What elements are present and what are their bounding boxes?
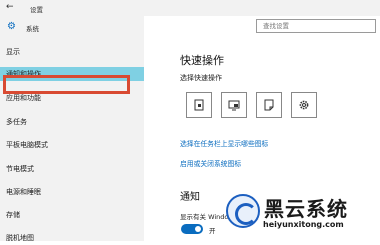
sidebar-item-label: 平板电脑模式 [6, 141, 48, 149]
quick-actions-heading: 快速操作 [180, 54, 224, 67]
watermark-url: heiyunxitong.com [263, 220, 344, 229]
gear-icon: ⚙ [7, 21, 16, 32]
taskbar-icons-link[interactable]: 选择在任务栏上显示哪些图标 [180, 138, 268, 148]
sidebar-item-battery-saver[interactable]: 节电模式 [0, 162, 144, 176]
quick-action-connect[interactable] [221, 92, 247, 118]
sidebar-item-tablet-mode[interactable]: 平板电脑模式 [0, 138, 144, 152]
sidebar-item-label: 电源和睡眠 [6, 188, 41, 196]
sidebar-item-label: 存储 [6, 211, 20, 219]
system-icons-link[interactable]: 启用或关闭系统图标 [180, 158, 241, 168]
connect-display-icon [228, 100, 240, 111]
watermark-logo-icon [226, 194, 260, 228]
gear-icon [299, 100, 309, 110]
back-arrow-icon[interactable]: ← [6, 2, 14, 12]
sidebar-item-display[interactable]: 显示 [0, 45, 144, 59]
window-title: 设置 [30, 6, 43, 14]
title-bar: ← 设置 [0, 0, 380, 16]
quick-action-note[interactable] [256, 92, 282, 118]
sidebar-item-label: 节电模式 [6, 165, 34, 173]
sidebar: ⚙ 系统 显示 通知和操作 应用和功能 多任务 平板电脑模式 节电模式 电源和睡… [0, 16, 144, 242]
sidebar-item-label: 显示 [6, 48, 20, 56]
quick-action-tablet-mode[interactable] [186, 92, 212, 118]
watermark-text: 黑云系统 [264, 197, 348, 221]
quick-action-settings[interactable] [291, 92, 317, 118]
tips-toggle[interactable] [181, 224, 203, 234]
sidebar-item-label: 应用和功能 [6, 94, 41, 102]
tablet-mode-icon [194, 99, 204, 111]
sidebar-item-power-sleep[interactable]: 电源和睡眠 [0, 185, 144, 199]
search-input[interactable] [263, 22, 363, 30]
sidebar-item-multitasking[interactable]: 多任务 [0, 115, 144, 129]
highlight-annotation [3, 75, 130, 94]
sidebar-home-label: 系统 [26, 25, 39, 33]
notifications-heading: 通知 [180, 192, 200, 203]
note-icon [264, 99, 274, 111]
toggle-state-label: 开 [209, 227, 216, 235]
sidebar-home[interactable]: ⚙ 系统 [4, 20, 134, 34]
choose-quick-actions-label: 选择快速操作 [180, 74, 222, 82]
sidebar-item-offline-maps[interactable]: 脱机地图 [0, 231, 144, 245]
sidebar-item-storage[interactable]: 存储 [0, 208, 144, 222]
sidebar-item-label: 多任务 [6, 118, 27, 126]
sidebar-item-label: 脱机地图 [6, 234, 34, 242]
search-box[interactable] [256, 19, 376, 33]
